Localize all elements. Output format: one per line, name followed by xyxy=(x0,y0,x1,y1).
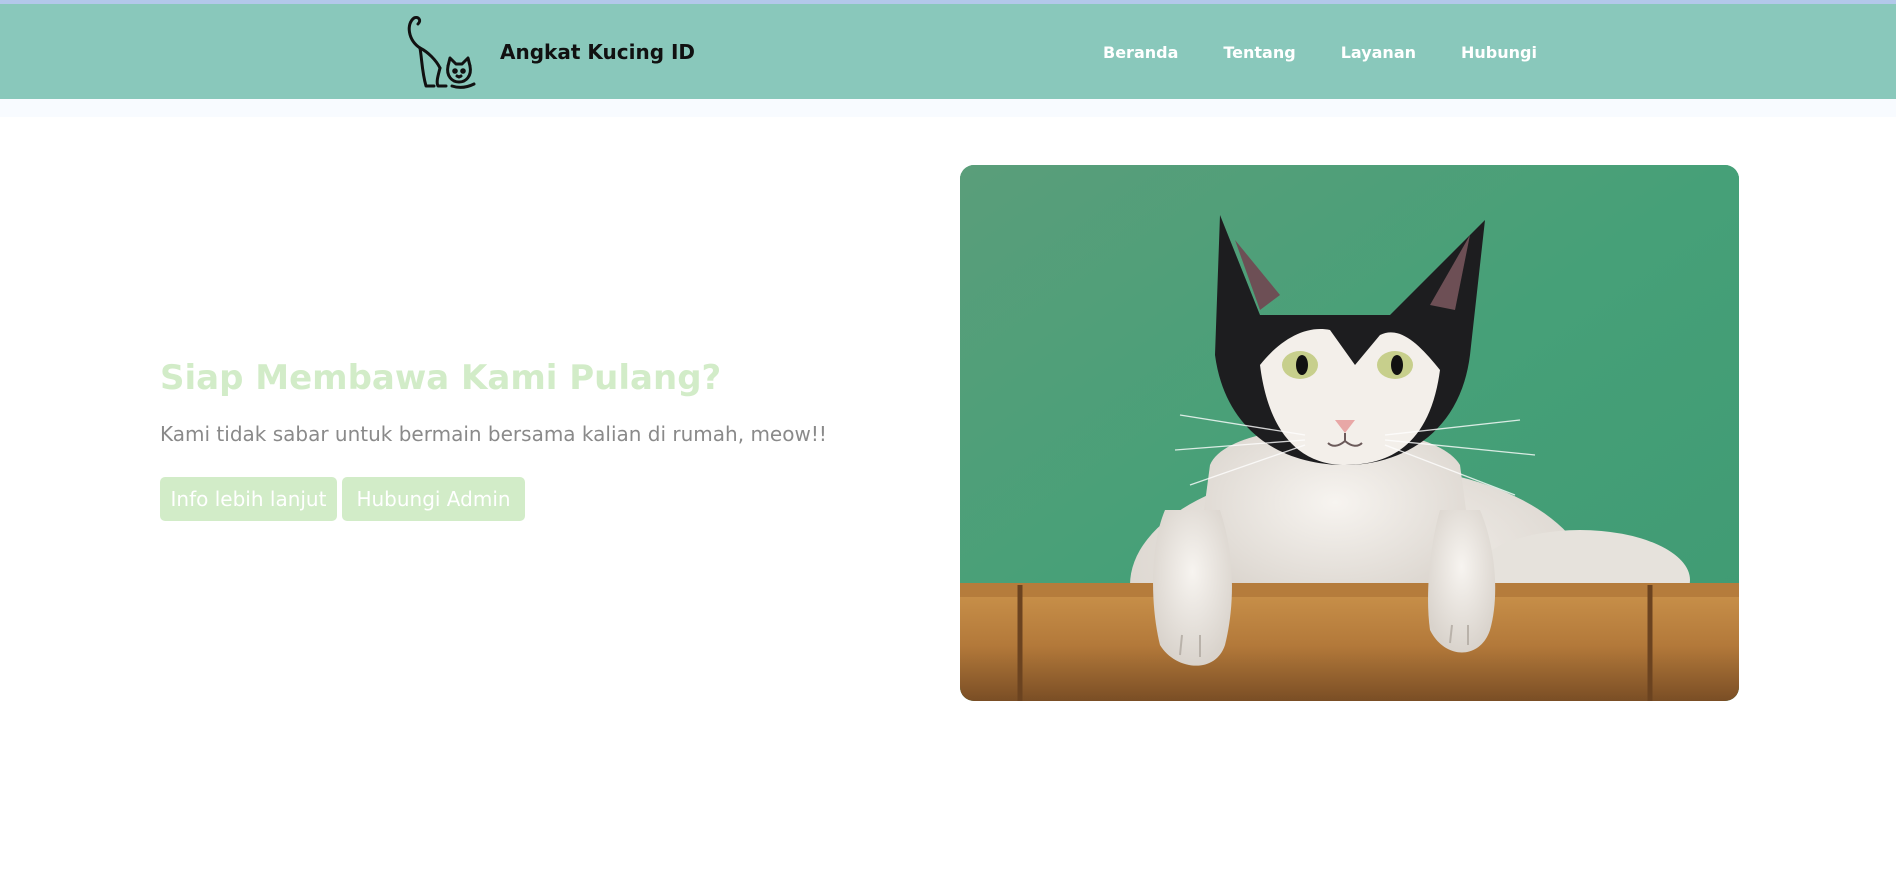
hero-title: Siap Membawa Kami Pulang? xyxy=(160,358,722,398)
navbar: Angkat Kucing ID Beranda Tentang Layanan… xyxy=(0,4,1896,99)
nav-item-beranda[interactable]: Beranda xyxy=(1103,43,1178,62)
header-shadow-strip xyxy=(0,99,1896,117)
nav-item-hubungi[interactable]: Hubungi xyxy=(1461,43,1537,62)
nav-item-tentang[interactable]: Tentang xyxy=(1223,43,1295,62)
brand[interactable]: Angkat Kucing ID xyxy=(400,10,695,94)
cat-photo-illustration xyxy=(960,165,1739,701)
info-button[interactable]: Info lebih lanjut xyxy=(160,477,337,521)
brand-name: Angkat Kucing ID xyxy=(500,40,696,64)
contact-admin-button[interactable]: Hubungi Admin xyxy=(342,477,525,521)
nav-item-layanan[interactable]: Layanan xyxy=(1341,43,1416,62)
main-nav: Beranda Tentang Layanan Hubungi xyxy=(1103,43,1582,62)
cat-photo xyxy=(960,165,1739,701)
cat-logo-icon xyxy=(407,16,476,89)
hero-subtitle: Kami tidak sabar untuk bermain bersama k… xyxy=(160,422,827,446)
